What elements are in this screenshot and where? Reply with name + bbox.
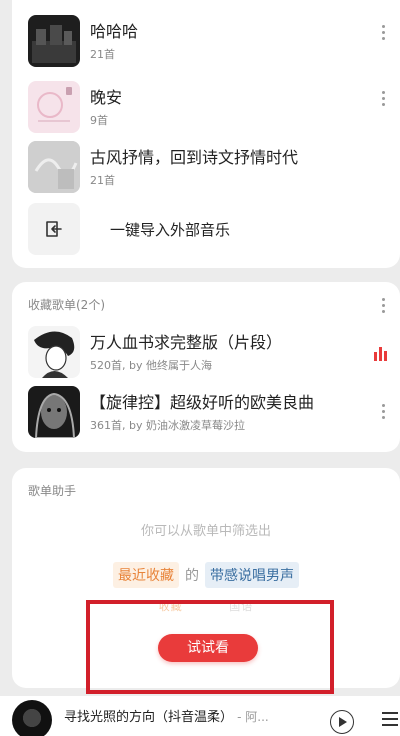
helper-header: 歌单助手 [28, 484, 77, 498]
import-external-music-button[interactable]: 一键导入外部音乐 [28, 203, 400, 257]
chip-connector: 的 [185, 568, 199, 584]
playlist-row[interactable]: 哈哈哈 21首 [28, 15, 400, 69]
song-artist: - 阿... [237, 710, 269, 724]
playlist-title: 晚安 [90, 88, 123, 107]
import-icon [28, 203, 80, 255]
collected-header: 收藏歌单(2个) [28, 298, 105, 312]
chip-recent-collect: 最近收藏 [113, 562, 179, 588]
playlist-meta: 361首, by 奶油冰激凌草莓沙拉 [90, 419, 245, 432]
now-playing-title: 寻找光照的方向（抖音温柔） - 阿... [64, 706, 269, 725]
highlight-box [86, 600, 334, 694]
playlist-title: 万人血书求完整版（片段） [90, 333, 283, 352]
created-playlists-card: 哈哈哈 21首 晚安 9首 古风抒情，回到诗文抒情时代 21首 一键导入外部音乐 [12, 0, 400, 268]
playlist-cover [28, 326, 80, 378]
playlist-count: 21首 [90, 174, 115, 187]
more-options-icon[interactable] [382, 298, 386, 316]
playlist-count: 9首 [90, 114, 108, 127]
mini-player[interactable]: 寻找光照的方向（抖音温柔） - 阿... [0, 696, 400, 736]
playlist-queue-icon[interactable] [382, 712, 398, 728]
playlist-cover [28, 386, 80, 438]
filter-example: 最近收藏的带感说唱男声 [12, 562, 400, 588]
helper-hint: 你可以从歌单中筛选出 [140, 524, 271, 539]
more-options-icon[interactable] [382, 404, 386, 422]
playlist-cover [28, 15, 80, 67]
collected-playlists-card: 收藏歌单(2个) 万人血书求完整版（片段） 520首, by 他终属于人海 【旋… [12, 282, 400, 452]
playlist-title: 【旋律控】超级好听的欧美良曲 [90, 393, 315, 412]
playlist-meta: 520首, by 他终属于人海 [90, 359, 212, 372]
more-options-icon[interactable] [382, 91, 386, 109]
playlist-title: 哈哈哈 [90, 22, 139, 41]
import-label: 一键导入外部音乐 [110, 221, 231, 239]
chip-rap-male: 带感说唱男声 [205, 562, 299, 588]
collected-playlist-row[interactable]: 万人血书求完整版（片段） 520首, by 他终属于人海 [28, 326, 400, 380]
now-playing-cover [12, 700, 52, 736]
playlist-cover [28, 81, 80, 133]
playlist-row[interactable]: 古风抒情，回到诗文抒情时代 21首 [28, 141, 400, 195]
play-icon[interactable] [330, 710, 354, 734]
playlist-count: 21首 [90, 48, 115, 61]
playlist-title: 古风抒情，回到诗文抒情时代 [90, 148, 299, 167]
more-options-icon[interactable] [382, 25, 386, 43]
collected-playlist-row[interactable]: 【旋律控】超级好听的欧美良曲 361首, by 奶油冰激凌草莓沙拉 [28, 386, 400, 440]
playlist-cover [28, 141, 80, 193]
song-title: 寻找光照的方向（抖音温柔） [64, 710, 234, 725]
playlist-row[interactable]: 晚安 9首 [28, 81, 400, 135]
playing-indicator-icon [374, 346, 388, 361]
